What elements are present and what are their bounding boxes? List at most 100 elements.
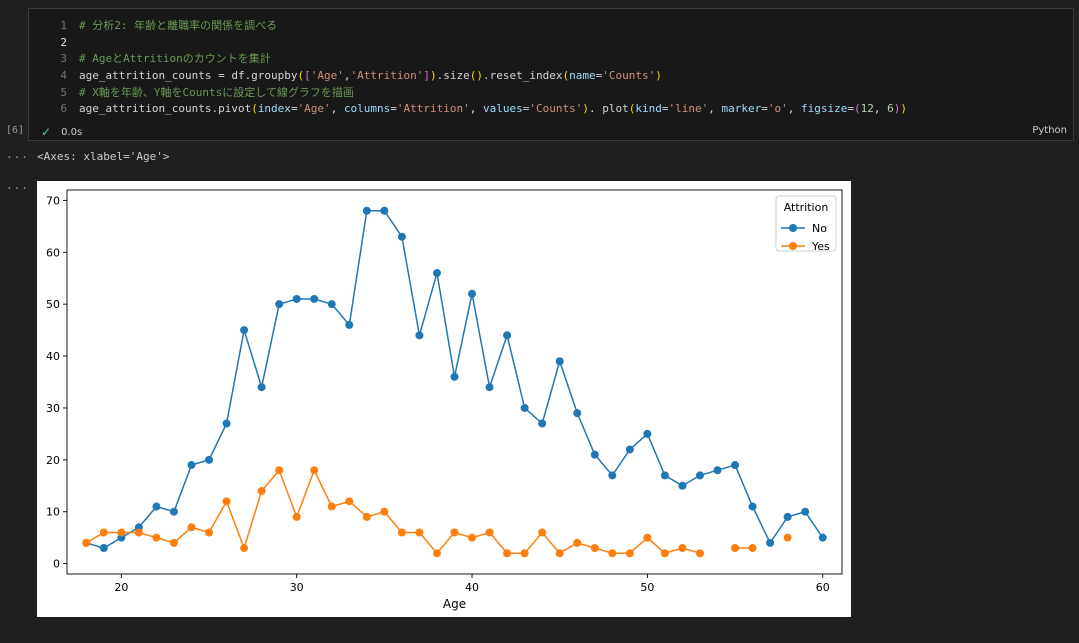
code-token: .reset_index (483, 69, 563, 83)
data-point-no (783, 512, 792, 521)
legend-label: Yes (811, 240, 830, 253)
output-more-icon[interactable]: ... (6, 179, 29, 192)
data-point-no (99, 544, 108, 553)
code-text: age_attrition_counts = df.groupby(['Age'… (79, 68, 662, 85)
code-token: marker (721, 102, 762, 116)
code-token: , (787, 102, 802, 116)
data-point-yes (240, 544, 249, 553)
code-text: # X軸を年齢、Y軸をCountsに設定して線グラフを描画 (79, 85, 354, 102)
code-token: 'Age' (297, 102, 331, 116)
legend-marker (789, 242, 797, 250)
code-token: ( (854, 102, 861, 116)
data-point-no (695, 471, 704, 480)
data-point-no (187, 461, 196, 470)
data-point-no (678, 481, 687, 490)
code-line[interactable]: 3 # AgeとAttritionのカウントを集計 (29, 51, 1073, 68)
y-tick-label: 0 (53, 558, 60, 571)
code-token: 'Attrition' (396, 102, 470, 116)
x-tick-label: 60 (816, 581, 830, 594)
code-token: ) (655, 69, 662, 83)
data-point-yes (345, 497, 354, 506)
y-tick-label: 60 (46, 246, 60, 259)
code-token: 'o' (767, 102, 788, 116)
data-point-no (222, 419, 231, 428)
data-point-yes (415, 528, 424, 537)
data-point-no (345, 320, 354, 329)
data-point-no (503, 331, 512, 340)
data-point-yes (625, 549, 634, 558)
data-point-yes (520, 549, 529, 558)
data-point-no (748, 502, 757, 511)
data-point-yes (573, 538, 582, 547)
y-tick-label: 30 (46, 402, 60, 415)
data-point-yes (468, 533, 477, 542)
code-cell[interactable]: 1 # 分析2: 年齢と離職率の関係を調べる 2 3 # AgeとAttritionのカ… (28, 8, 1074, 141)
data-point-yes (485, 528, 494, 537)
code-text: # 分析2: 年齢と離職率の関係を調べる (79, 18, 277, 35)
code-token: .size (436, 69, 470, 83)
data-point-no (397, 232, 406, 241)
series-line-yes (85, 468, 701, 555)
cell-status: ✓ 0.0s (41, 124, 82, 140)
data-point-yes (117, 528, 126, 537)
code-line[interactable]: 5 # X軸を年齢、Y軸をCountsに設定して線グラフを描画 (29, 85, 1073, 102)
code-editor[interactable]: 1 # 分析2: 年齢と離職率の関係を調べる 2 3 # AgeとAttritionのカ… (29, 18, 1073, 118)
data-point-no (713, 466, 722, 475)
y-tick-label: 40 (46, 350, 60, 363)
code-token: ) (900, 102, 907, 116)
code-token: , (469, 102, 484, 116)
code-line[interactable]: 1 # 分析2: 年齢と離職率の関係を調べる (29, 18, 1073, 35)
data-point-no (538, 419, 547, 428)
code-token: figsize (801, 102, 848, 116)
code-token: 'Counts' (602, 69, 656, 83)
data-point-no (205, 455, 214, 464)
code-token: = (661, 102, 669, 116)
x-tick-label: 20 (114, 581, 128, 594)
data-point-yes (678, 544, 687, 553)
code-token: 'line' (668, 102, 709, 116)
code-text: # AgeとAttritionのカウントを集計 (79, 51, 271, 68)
data-point-yes (152, 533, 161, 542)
line-number: 4 (60, 69, 67, 83)
data-point-no (327, 300, 336, 309)
execution-time: 0.0s (61, 126, 83, 138)
data-point-yes (538, 528, 547, 537)
code-token: ) (430, 69, 437, 83)
data-point-yes (643, 533, 652, 542)
plot-frame (66, 189, 843, 575)
code-token: = (290, 102, 298, 116)
data-point-yes (783, 533, 792, 542)
legend-title: Attrition (784, 201, 829, 214)
code-token: . plot (589, 102, 629, 116)
x-axis-label: Age (443, 597, 466, 611)
code-token: index (257, 102, 291, 116)
code-token: ( (251, 102, 258, 116)
y-tick-label: 70 (46, 194, 60, 207)
y-tick-label: 50 (46, 298, 60, 311)
data-point-no (240, 326, 249, 335)
x-tick-label: 30 (290, 581, 304, 594)
data-point-no (362, 206, 371, 215)
data-point-no (432, 269, 441, 278)
code-token: , (708, 102, 722, 116)
data-point-no (275, 300, 284, 309)
data-point-yes (169, 538, 178, 547)
cell-language[interactable]: Python (1032, 125, 1067, 136)
output-more-icon[interactable]: ... (6, 148, 29, 161)
line-number: 2 (60, 35, 67, 49)
code-line[interactable]: 2 (29, 35, 1073, 52)
code-line[interactable]: 4 age_attrition_counts = df.groupby(['Age… (29, 68, 1073, 85)
y-tick-label: 20 (46, 454, 60, 467)
code-line[interactable]: 6 age_attrition_counts.pivot(index='Age',… (29, 101, 1073, 118)
data-point-no (590, 450, 599, 459)
data-point-no (818, 533, 827, 542)
data-point-yes (310, 466, 319, 475)
code-token: , (343, 69, 351, 83)
code-token: () (469, 69, 484, 83)
data-point-yes (82, 538, 91, 547)
data-point-yes (99, 528, 108, 537)
x-tick-label: 40 (465, 581, 479, 594)
data-point-yes (503, 549, 512, 558)
line-number: 3 (60, 52, 67, 66)
code-token: name (569, 69, 596, 83)
